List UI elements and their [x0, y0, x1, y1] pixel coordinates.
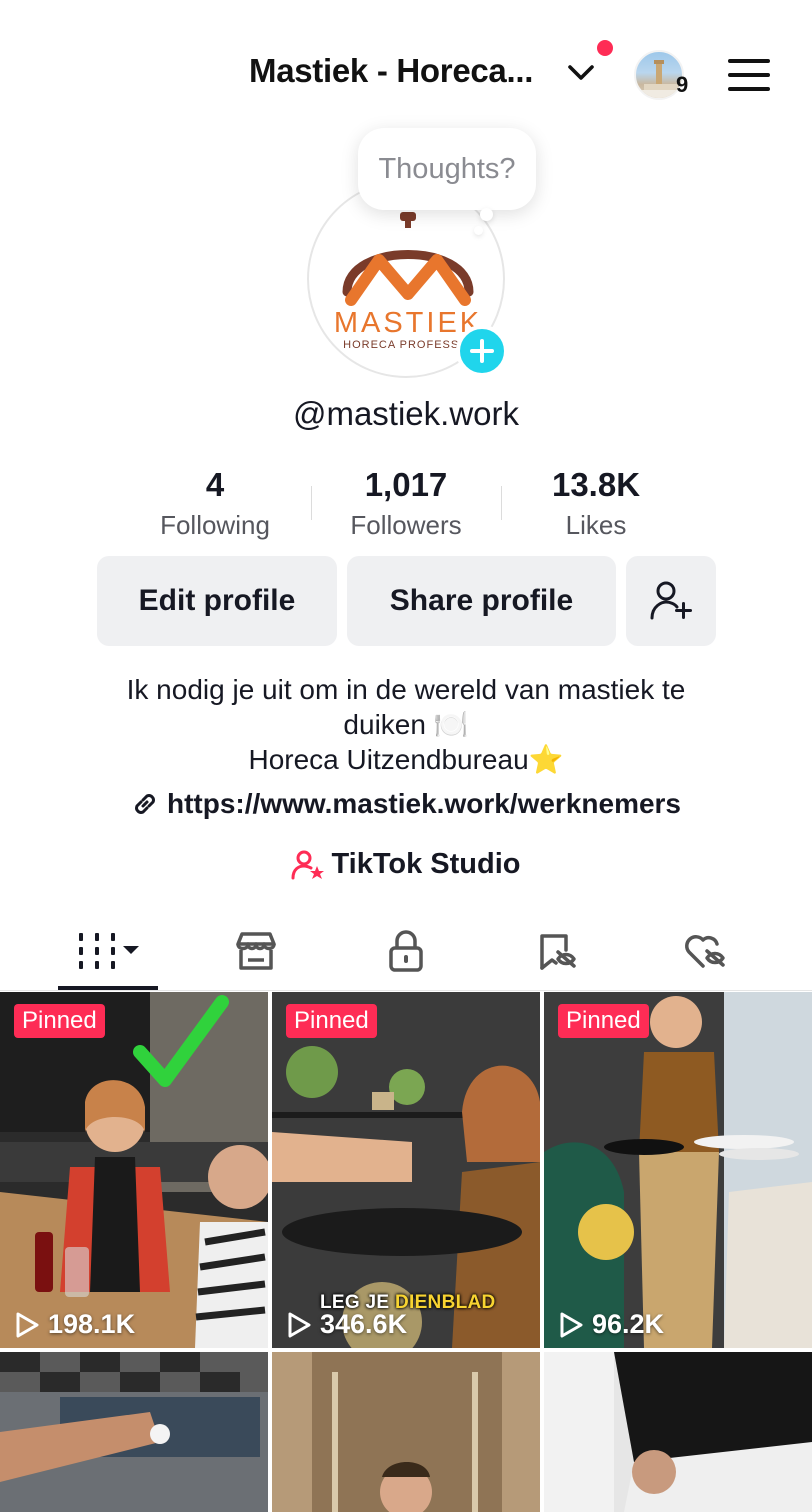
bio-line: duiken 🍽️	[343, 709, 469, 740]
share-profile-button[interactable]: Share profile	[347, 556, 616, 646]
stat-value: 13.8K	[551, 466, 641, 503]
divider	[501, 486, 502, 520]
thoughts-bubble[interactable]: Thoughts?	[358, 128, 536, 210]
tab-favorites[interactable]	[507, 915, 607, 987]
tiktok-studio-link[interactable]: TikTok Studio	[0, 848, 812, 881]
video-thumbnail[interactable]	[544, 1352, 812, 1512]
stat-label: Following	[160, 510, 270, 540]
switch-account-count: 9	[676, 72, 689, 97]
view-count: 198.1K	[14, 1309, 135, 1340]
divider	[311, 486, 312, 520]
video-thumbnail[interactable]: Pinned 96.2K	[544, 992, 812, 1348]
lock-icon	[389, 930, 423, 972]
tab-shop[interactable]	[206, 915, 306, 987]
view-count-value: 96.2K	[592, 1309, 665, 1339]
bubble-tail	[474, 226, 483, 235]
play-icon	[16, 1312, 39, 1337]
stat-followers[interactable]: 1,017 Followers	[321, 466, 491, 541]
username: @mastiek.work	[292, 395, 520, 432]
tab-videos[interactable]	[58, 915, 158, 987]
bookmark-hidden-icon	[540, 934, 576, 970]
tab-private[interactable]	[356, 915, 456, 987]
video-thumbnail-image	[544, 1352, 812, 1512]
pinned-badge: Pinned	[286, 1004, 377, 1038]
bio-link[interactable]: https://www.mastiek.work/werknemers	[0, 788, 812, 820]
edit-profile-button[interactable]: Edit profile	[97, 556, 337, 646]
plus-icon	[470, 339, 494, 363]
video-thumbnail[interactable]: LEG JE DIENBLAD Pinned 346.6K	[272, 992, 540, 1348]
add-story-button[interactable]	[456, 325, 508, 377]
menu-icon[interactable]	[728, 58, 770, 92]
stat-label: Followers	[350, 510, 462, 540]
chevron-down-icon[interactable]	[566, 60, 596, 86]
heart-hidden-icon	[685, 935, 725, 968]
bio-line: Horeca Uitzendbureau⭐	[248, 744, 564, 775]
bubble-tail	[480, 208, 493, 221]
pinned-badge: Pinned	[558, 1004, 649, 1038]
pinned-badge: Pinned	[14, 1004, 105, 1038]
profile-tabs	[0, 915, 812, 991]
bio: Ik nodig je uit om in de wereld van mast…	[60, 672, 752, 777]
stat-likes[interactable]: 13.8K Likes	[511, 466, 681, 541]
grid-bars-icon	[79, 933, 139, 969]
stat-label: Likes	[565, 510, 627, 540]
stat-following[interactable]: 4 Following	[130, 466, 300, 541]
tiktok-studio-label[interactable]: TikTok Studio	[331, 848, 520, 881]
add-person-icon	[650, 581, 692, 620]
video-thumbnail[interactable]	[0, 1352, 268, 1512]
notification-dot	[597, 40, 613, 56]
video-thumbnail[interactable]	[272, 1352, 540, 1512]
video-thumbnail-image	[0, 1352, 268, 1512]
video-thumbnail-image	[544, 992, 812, 1348]
view-count: 346.6K	[286, 1309, 407, 1340]
view-count-value: 346.6K	[320, 1309, 408, 1339]
stat-value: 4	[205, 466, 225, 503]
play-icon	[288, 1312, 311, 1337]
creator-star-icon	[291, 850, 325, 879]
play-icon	[560, 1312, 583, 1337]
stat-value: 1,017	[364, 466, 448, 503]
video-thumbnail[interactable]: Pinned 198.1K	[0, 992, 268, 1348]
video-thumbnail-image	[0, 992, 268, 1348]
bio-link-text[interactable]: https://www.mastiek.work/werknemers	[167, 788, 681, 820]
add-friend-button[interactable]	[626, 556, 716, 646]
profile-header: Mastiek - Horeca... 9	[0, 0, 812, 120]
storefront-icon	[236, 932, 276, 970]
active-tab-indicator	[58, 986, 158, 990]
video-thumbnail-image	[272, 1352, 540, 1512]
bio-line: Ik nodig je uit om in de wereld van mast…	[126, 674, 686, 705]
view-count-value: 198.1K	[48, 1309, 136, 1339]
view-count: 96.2K	[558, 1309, 664, 1340]
tab-liked[interactable]	[656, 915, 756, 987]
logo-tagline: HORECA PROFESSIO	[343, 339, 473, 351]
link-icon	[135, 794, 155, 814]
caption-highlight: DIENBLAD	[394, 1292, 496, 1313]
account-name[interactable]: Mastiek - Horeca...	[249, 52, 533, 90]
